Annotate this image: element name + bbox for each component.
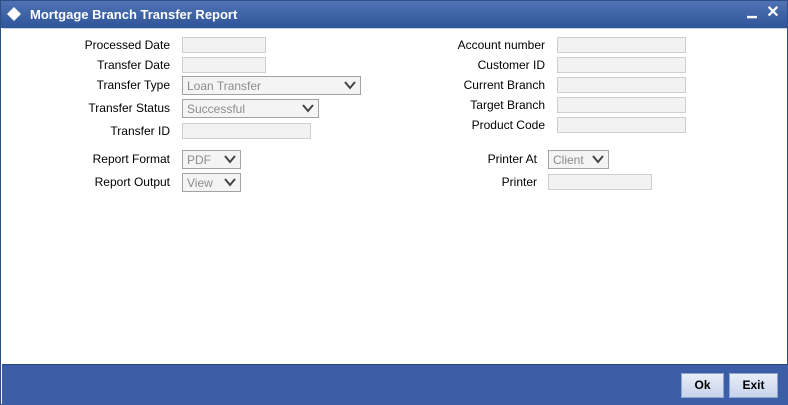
report-output-value: View: [187, 176, 213, 190]
diamond-icon: [7, 7, 21, 21]
customer-id-field[interactable]: [557, 57, 686, 73]
product-code-label: Product Code: [471, 118, 545, 132]
transfer-id-label: Transfer ID: [110, 124, 170, 138]
chevron-down-icon: [344, 81, 356, 90]
chevron-down-icon: [224, 178, 236, 187]
product-code-field[interactable]: [557, 117, 686, 133]
form-area: Processed Date Transfer Date Transfer Ty…: [3, 28, 787, 364]
current-branch-label: Current Branch: [463, 78, 545, 92]
report-format-value: PDF: [187, 153, 211, 167]
processed-date-label: Processed Date: [84, 38, 170, 52]
chevron-down-icon: [302, 104, 314, 113]
title-bar: Mortgage Branch Transfer Report ▁ ✕: [1, 1, 787, 28]
transfer-type-label: Transfer Type: [96, 78, 170, 92]
ok-button[interactable]: Ok: [681, 373, 724, 398]
transfer-date-field[interactable]: [182, 57, 266, 73]
target-branch-label: Target Branch: [470, 98, 545, 112]
chevron-down-icon: [224, 155, 236, 164]
account-number-label: Account number: [457, 38, 545, 52]
transfer-status-select[interactable]: Successful: [182, 99, 319, 118]
current-branch-field[interactable]: [557, 77, 686, 93]
account-number-field[interactable]: [557, 37, 686, 53]
printer-at-value: Client: [553, 153, 584, 167]
window-title: Mortgage Branch Transfer Report: [30, 7, 238, 22]
exit-button[interactable]: Exit: [729, 373, 778, 398]
transfer-status-value: Successful: [187, 102, 246, 116]
printer-label: Printer: [501, 175, 537, 189]
report-window: Mortgage Branch Transfer Report ▁ ✕ Proc…: [0, 0, 788, 405]
transfer-type-value: Loan Transfer: [187, 79, 262, 93]
transfer-type-select[interactable]: Loan Transfer: [182, 76, 361, 95]
chevron-down-icon: [592, 155, 604, 164]
customer-id-label: Customer ID: [477, 58, 545, 72]
report-format-select[interactable]: PDF: [182, 150, 241, 169]
printer-at-label: Printer At: [487, 152, 537, 166]
report-output-label: Report Output: [94, 175, 170, 189]
report-format-label: Report Format: [92, 152, 170, 166]
minimize-button[interactable]: ▁: [744, 4, 760, 22]
printer-field[interactable]: [548, 174, 652, 190]
footer-bar: Ok Exit: [2, 364, 788, 405]
transfer-date-label: Transfer Date: [97, 58, 170, 72]
close-button[interactable]: ✕: [765, 2, 781, 21]
report-output-select[interactable]: View: [182, 173, 241, 192]
target-branch-field[interactable]: [557, 97, 686, 113]
transfer-id-field[interactable]: [182, 123, 311, 139]
processed-date-field[interactable]: [182, 37, 266, 53]
printer-at-select[interactable]: Client: [548, 150, 609, 169]
transfer-status-label: Transfer Status: [88, 101, 170, 115]
